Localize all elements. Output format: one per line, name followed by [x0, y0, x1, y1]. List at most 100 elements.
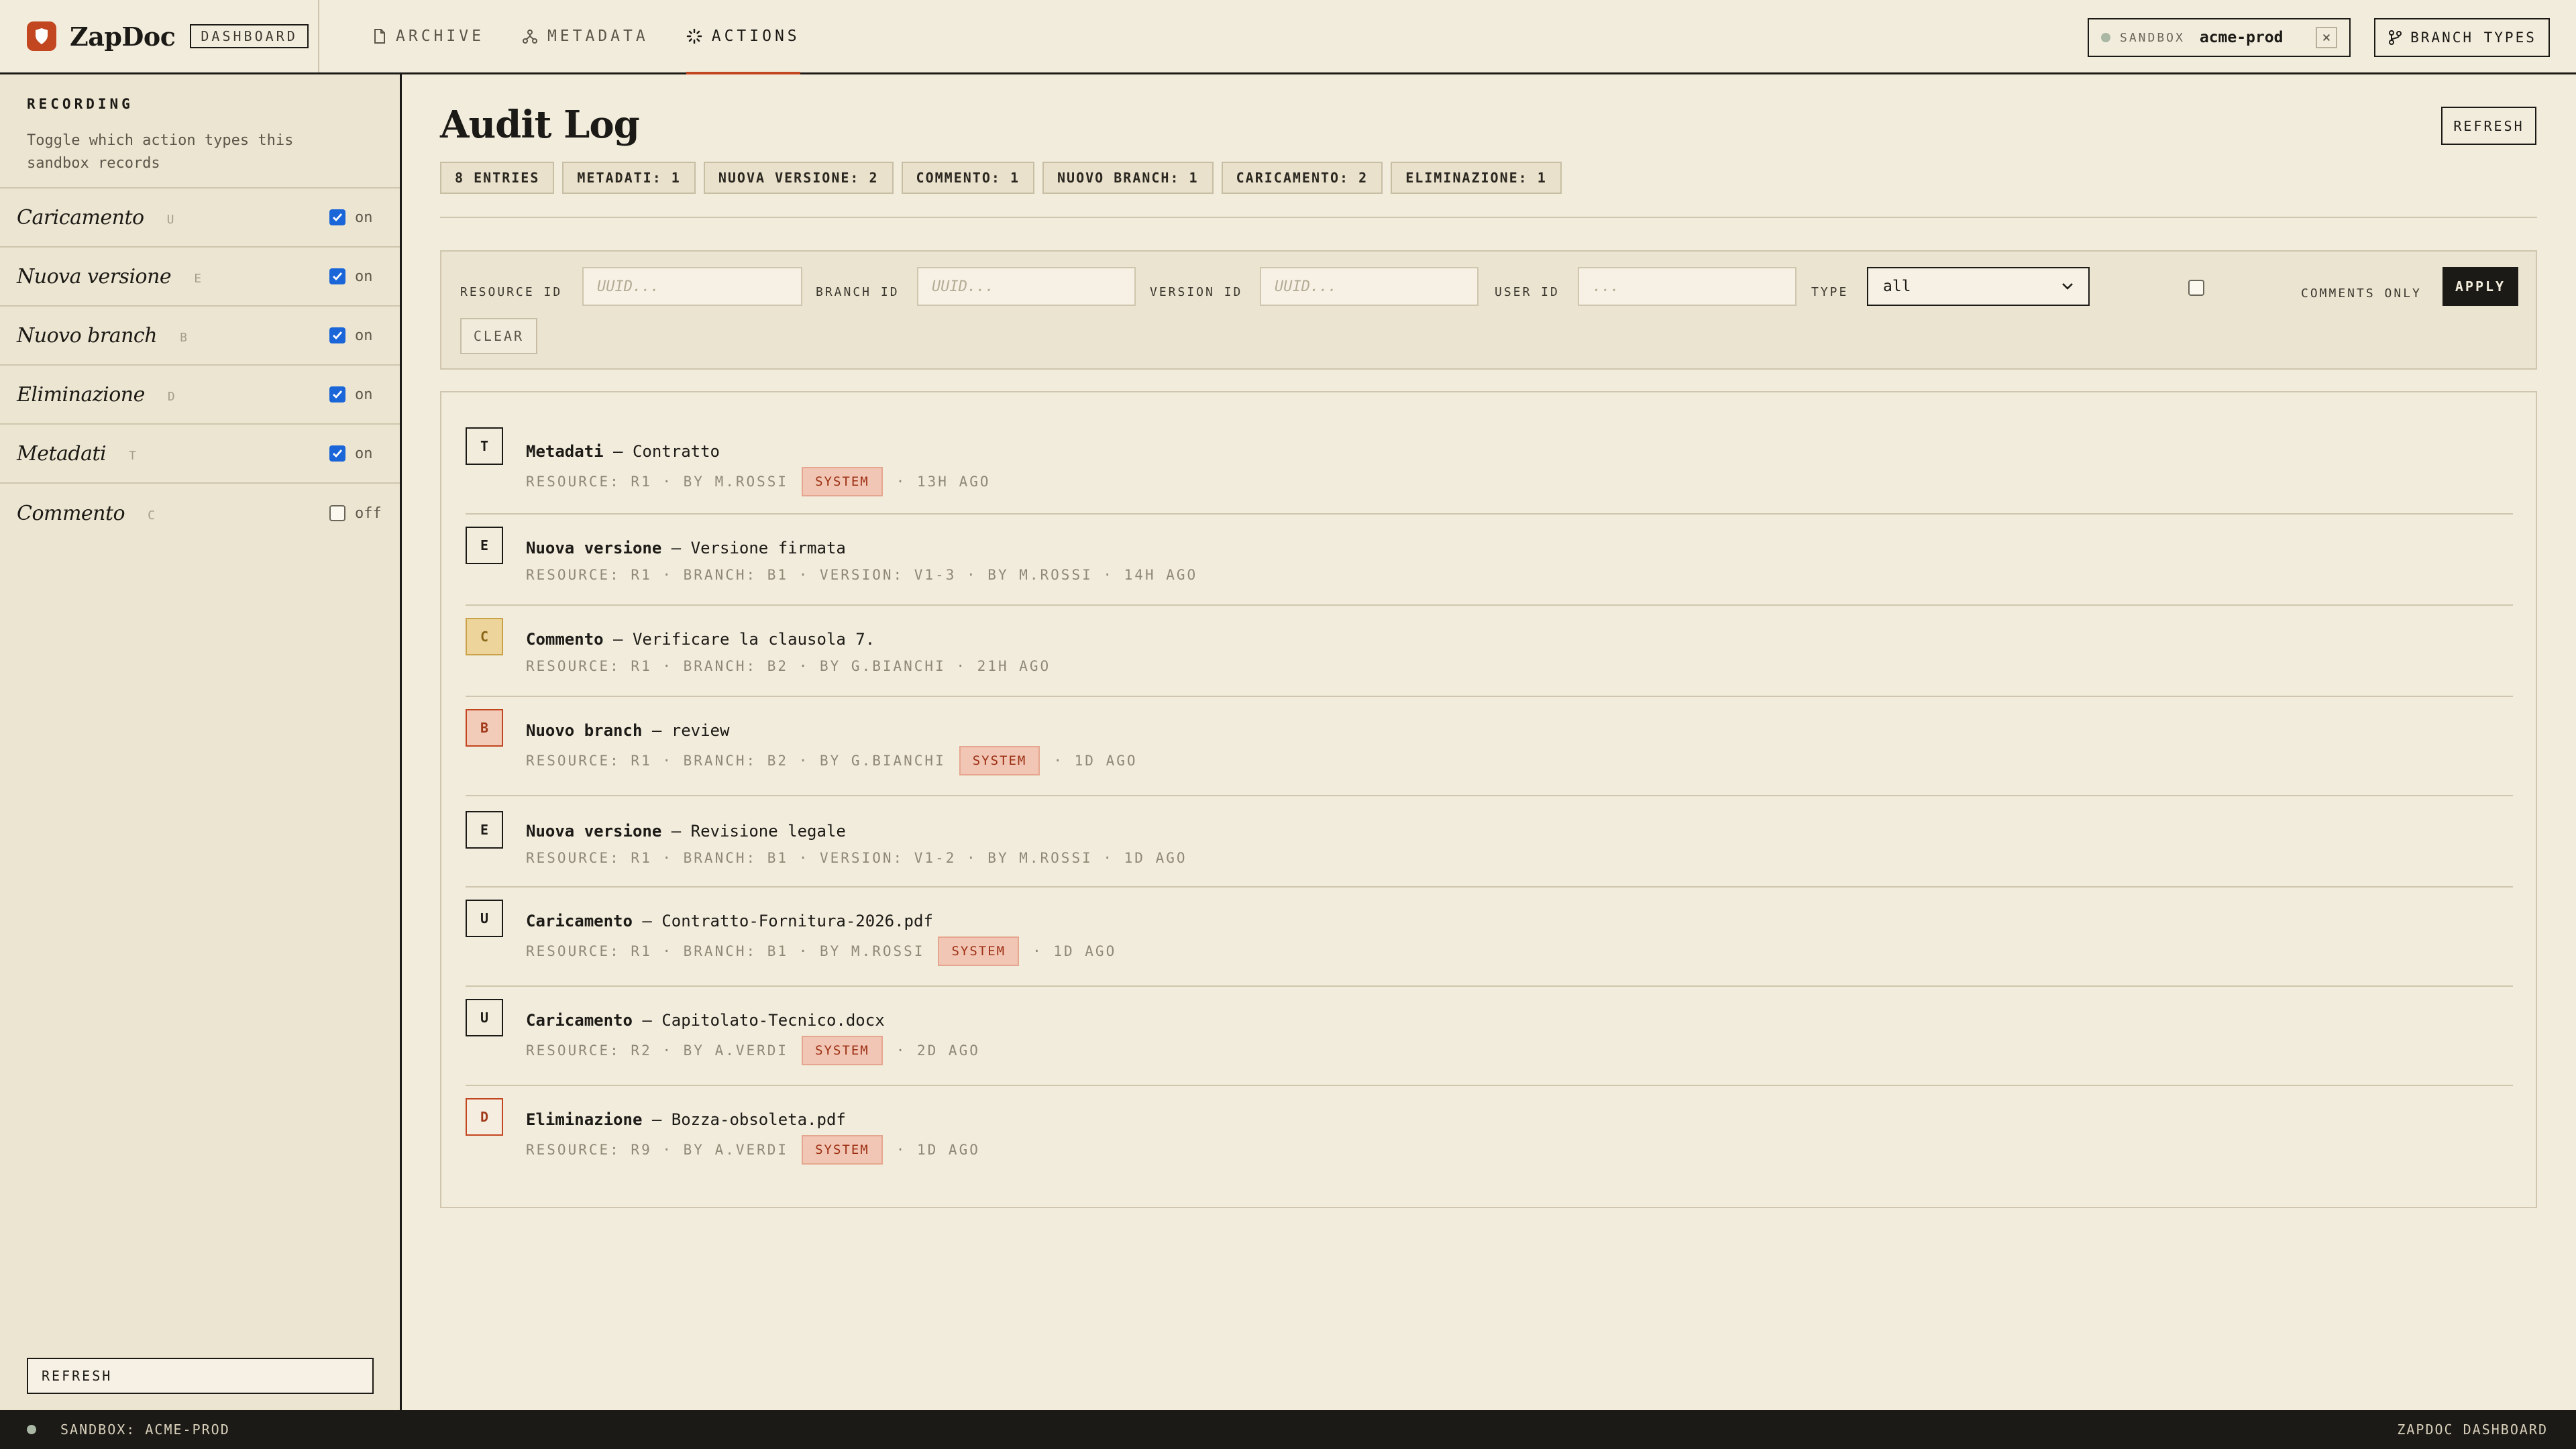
resource-id-input[interactable] [582, 267, 802, 306]
entry-meta-text: RESOURCE: R9 · BY A.VERDI [526, 1142, 789, 1158]
metadata-type-icon: T [466, 427, 503, 465]
toggle-state: off [355, 504, 382, 522]
status-bar: SANDBOX: ACME-PROD ZAPDOC DASHBOARD [0, 1410, 2576, 1449]
nav-actions[interactable]: ACTIONS [686, 0, 800, 74]
toggle-checkbox[interactable] [329, 445, 345, 462]
main-content: Audit Log REFRESH 8 ENTRIES METADATI: 1 … [404, 74, 2576, 1410]
entry-type: Nuova versione [526, 539, 662, 557]
status-dot-icon [2101, 33, 2110, 42]
entry-age: · 1D AGO [896, 1142, 980, 1158]
list-item[interactable]: U Caricamento — Contratto-Fornitura-2026… [466, 888, 2513, 987]
branch-id-label: BRANCH ID [816, 285, 900, 299]
toggle-checkbox[interactable] [329, 209, 345, 225]
entry-type: Nuovo branch [526, 721, 643, 740]
edit-type-icon: E [466, 527, 503, 564]
toggle-checkbox[interactable] [329, 268, 345, 284]
stat-badge: METADATI: 1 [562, 162, 696, 194]
recording-title: RECORDING [27, 96, 133, 112]
entry-subject: Verificare la clausola 7. [632, 630, 875, 649]
nav-archive[interactable]: ARCHIVE [373, 0, 484, 72]
edit-type-icon: E [466, 811, 503, 849]
stat-badge: NUOVO BRANCH: 1 [1042, 162, 1214, 194]
sandbox-value: acme-prod [2199, 29, 2284, 46]
user-id-input[interactable] [1578, 267, 1796, 306]
type-select[interactable]: all [1867, 267, 2090, 306]
type-select-value: all [1883, 278, 1911, 295]
sandbox-selector[interactable]: SANDBOX acme-prod × [2088, 18, 2351, 57]
version-id-input[interactable] [1260, 267, 1479, 306]
zapdoc-logo-icon [27, 21, 56, 51]
recording-description: Toggle which action types this sandbox r… [27, 132, 294, 172]
entry-subject: Contratto [632, 442, 720, 461]
list-item[interactable]: E Nuova versione — Versione firmata RESO… [466, 515, 2513, 606]
system-badge: SYSTEM [802, 1135, 883, 1165]
stats-bar: 8 ENTRIES METADATI: 1 NUOVA VERSIONE: 2 … [440, 162, 1570, 194]
stat-badge: COMMENTO: 1 [901, 162, 1034, 194]
toggle-nuova-versione[interactable]: Nuova versione E on [0, 248, 400, 307]
toggle-state: on [355, 386, 373, 403]
footer-sandbox: SANDBOX: ACME-PROD [60, 1421, 230, 1438]
toggle-label: Caricamento [17, 205, 144, 229]
toggle-checkbox[interactable] [329, 327, 345, 343]
toggle-metadati[interactable]: Metadati T on [0, 425, 400, 484]
footer-app-name: ZAPDOC DASHBOARD [2397, 1421, 2548, 1438]
toggle-shortcut: D [167, 389, 175, 404]
sidebar-refresh-button[interactable]: REFRESH [27, 1358, 374, 1394]
close-icon[interactable]: × [2316, 27, 2337, 48]
version-id-label: VERSION ID [1150, 285, 1243, 299]
toggle-nuovo-branch[interactable]: Nuovo branch B on [0, 307, 400, 366]
main-nav: ARCHIVE METADATA ACTIONS [373, 0, 838, 74]
entry-meta-text: RESOURCE: R1 · BRANCH: B2 · BY G.BIANCHI… [526, 658, 1051, 674]
status-dot-icon [27, 1425, 36, 1434]
toggle-caricamento[interactable]: Caricamento U on [0, 189, 400, 248]
entry-age: · 13H AGO [896, 474, 991, 490]
system-badge: SYSTEM [802, 1036, 883, 1065]
toggle-checkbox[interactable] [329, 505, 345, 521]
list-item[interactable]: D Eliminazione — Bozza-obsoleta.pdf RESO… [466, 1086, 2513, 1185]
list-item[interactable]: E Nuova versione — Revisione legale RESO… [466, 796, 2513, 888]
check-icon [333, 272, 343, 281]
entry-title: Eliminazione — Bozza-obsoleta.pdf [526, 1110, 846, 1129]
toggle-commento[interactable]: Commento C off [0, 484, 400, 543]
entry-age: · 2D AGO [896, 1042, 980, 1059]
nav-metadata-label: METADATA [547, 28, 649, 45]
entry-type: Commento [526, 630, 604, 649]
nav-actions-label: ACTIONS [711, 28, 800, 45]
toggle-label: Eliminazione [17, 382, 145, 407]
entry-meta-text: RESOURCE: R1 · BRANCH: B1 · BY M.ROSSI [526, 943, 925, 959]
chevron-down-icon [2062, 283, 2073, 290]
list-item[interactable]: C Commento — Verificare la clausola 7. R… [466, 606, 2513, 697]
branch-id-input[interactable] [917, 267, 1136, 306]
toggle-shortcut: U [166, 212, 174, 227]
system-badge: SYSTEM [802, 467, 883, 496]
branch-type-icon: B [466, 709, 503, 747]
comments-only-checkbox[interactable] [2188, 280, 2204, 296]
stat-badge: NUOVA VERSIONE: 2 [703, 162, 894, 194]
branch-types-button[interactable]: BRANCH TYPES [2374, 18, 2550, 57]
brand[interactable]: ZapDoc DASHBOARD [0, 0, 319, 72]
brand-name: ZapDoc [70, 21, 176, 52]
nav-metadata[interactable]: METADATA [522, 0, 649, 72]
entry-subject: Contratto-Fornitura-2026.pdf [661, 912, 933, 930]
entry-title: Caricamento — Contratto-Fornitura-2026.p… [526, 912, 933, 930]
list-item[interactable]: B Nuovo branch — review RESOURCE: R1 · B… [466, 697, 2513, 796]
filter-panel: RESOURCE ID BRANCH ID VERSION ID USER ID… [440, 250, 2537, 370]
comment-type-icon: C [466, 618, 503, 655]
clear-button[interactable]: CLEAR [460, 318, 537, 354]
stat-badge: 8 ENTRIES [440, 162, 555, 194]
sandbox-label: SANDBOX [2120, 30, 2185, 45]
resource-id-label: RESOURCE ID [460, 285, 563, 299]
entry-subject: review [671, 721, 730, 740]
list-item[interactable]: U Caricamento — Capitolato-Tecnico.docx … [466, 987, 2513, 1086]
audit-log-list: T Metadati — Contratto RESOURCE: R1 · BY… [440, 391, 2537, 1208]
list-item[interactable]: T Metadati — Contratto RESOURCE: R1 · BY… [466, 427, 2513, 515]
refresh-button[interactable]: REFRESH [2441, 107, 2536, 145]
toggle-state: on [355, 268, 373, 285]
apply-button[interactable]: APPLY [2443, 267, 2518, 306]
toggle-label: Nuovo branch [17, 323, 158, 347]
toggle-eliminazione[interactable]: Eliminazione D on [0, 366, 400, 425]
system-badge: SYSTEM [938, 936, 1020, 966]
entry-subject: Versione firmata [690, 539, 846, 557]
comments-only-label: COMMENTS ONLY [2301, 286, 2422, 301]
toggle-checkbox[interactable] [329, 386, 345, 402]
